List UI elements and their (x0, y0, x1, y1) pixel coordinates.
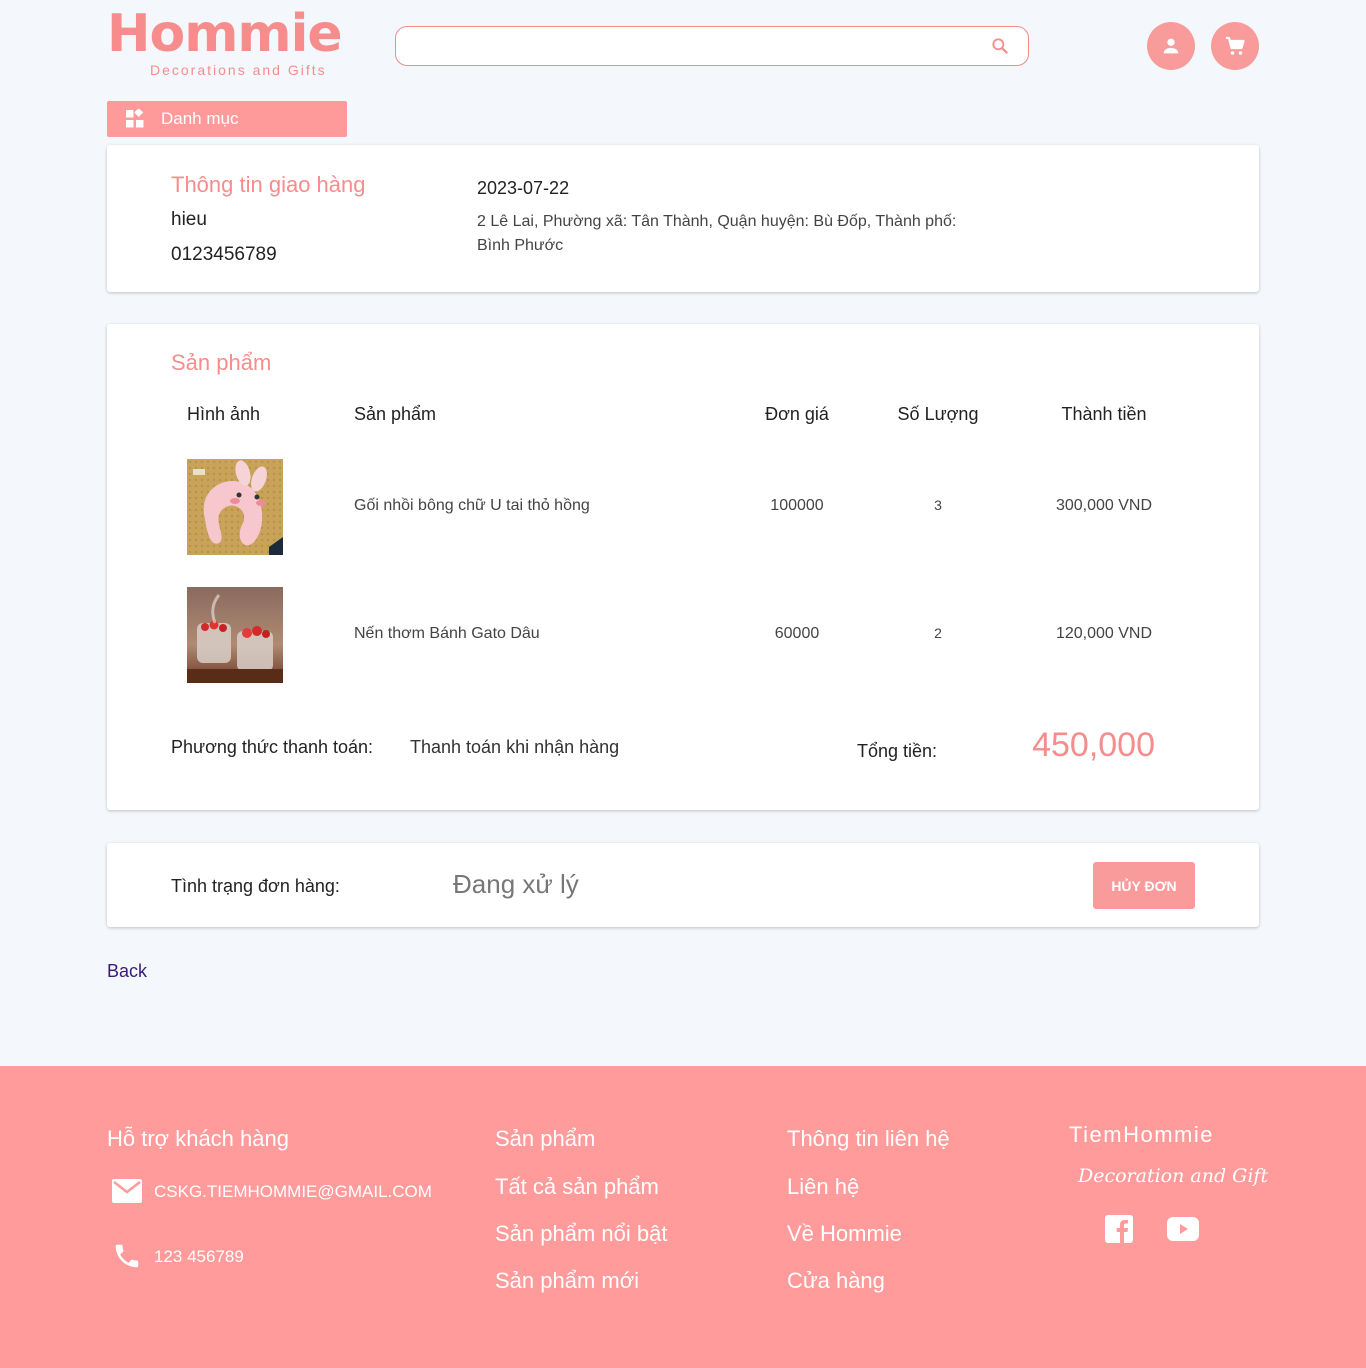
header-quantity: Số Lượng (897, 404, 979, 424)
footer-link-featured[interactable]: Sản phẩm nổi bật (495, 1221, 667, 1247)
facebook-icon[interactable] (1105, 1215, 1133, 1243)
products-title: Sản phẩm (171, 350, 272, 375)
product-name: Gối nhồi bông chữ U tai thỏ hồng (354, 497, 590, 514)
cart-button[interactable] (1211, 22, 1259, 70)
footer-products-title: Sản phẩm (495, 1126, 596, 1151)
shipping-info-card: Thông tin giao hàng hieu 0123456789 2023… (107, 145, 1259, 292)
customer-name: hieu (171, 209, 207, 230)
footer: Hỗ trợ khách hàng CSKG.TIEMHOMMIE@GMAIL.… (0, 1066, 1366, 1368)
phone-icon (115, 1244, 139, 1268)
footer-brand-tagline: Decoration and Gift (1078, 1165, 1269, 1187)
product-image[interactable] (187, 459, 283, 555)
cancel-order-button[interactable]: HỦY ĐƠN (1093, 862, 1195, 909)
cart-icon (1226, 36, 1245, 55)
shipping-address: 2 Lê Lai, Phường xã: Tân Thành, Quận huy… (477, 213, 957, 254)
footer-email[interactable]: CSKG.TIEMHOMMIE@GMAIL.COM (154, 1182, 432, 1202)
search-bar (395, 26, 1029, 66)
order-status-card: Tình trạng đơn hàng: Đang xử lý HỦY ĐƠN (107, 843, 1259, 927)
footer-link-new[interactable]: Sản phẩm mới (495, 1268, 639, 1294)
category-label: Danh mục (161, 109, 239, 128)
product-unit-price: 60000 (774, 625, 820, 642)
footer-phone[interactable]: 123 456789 (154, 1247, 244, 1267)
account-button[interactable] (1147, 22, 1195, 70)
header-total: Thành tiền (1061, 404, 1147, 424)
product-total: 300,000 VND (1055, 497, 1153, 514)
back-link[interactable]: Back (107, 961, 147, 982)
mail-icon (112, 1179, 142, 1203)
customer-phone: 0123456789 (171, 244, 277, 265)
order-date: 2023-07-22 (477, 178, 570, 198)
product-unit-price: 100000 (770, 497, 824, 514)
grid-icon (126, 109, 144, 128)
category-menu-button[interactable]: Danh mục (107, 101, 347, 137)
footer-brand-name: TiemHommie (1069, 1122, 1214, 1147)
total-amount: 450,000 (1032, 726, 1155, 764)
youtube-icon[interactable] (1167, 1217, 1199, 1241)
footer-support-title: Hỗ trợ khách hàng (107, 1126, 289, 1151)
product-quantity: 2 (934, 625, 942, 641)
product-name: Nến thơm Bánh Gato Dâu (354, 625, 540, 642)
shipping-title: Thông tin giao hàng (171, 172, 366, 197)
footer-link-all-products[interactable]: Tất cả sản phẩm (495, 1174, 659, 1200)
products-card: Sản phẩm Hình ảnh Sản phẩm Đơn giá Số Lư… (107, 324, 1259, 810)
user-icon (1163, 38, 1179, 54)
logo-text: Hommie (107, 4, 343, 64)
total-label: Tổng tiền: (857, 741, 938, 761)
footer-link-contact[interactable]: Liên hệ (787, 1174, 859, 1200)
header-image: Hình ảnh (187, 404, 261, 424)
footer-contact-title: Thông tin liên hệ (787, 1126, 950, 1151)
footer-link-about[interactable]: Về Hommie (787, 1221, 902, 1247)
header-product: Sản phẩm (354, 404, 437, 424)
logo-tagline: Decorations and Gifts (150, 62, 327, 78)
header-unit-price: Đơn giá (765, 404, 829, 424)
search-input[interactable] (410, 35, 970, 57)
product-image[interactable] (187, 587, 283, 683)
logo[interactable]: Hommie Decorations and Gifts (107, 8, 347, 78)
order-status-label: Tình trạng đơn hàng: (171, 876, 340, 896)
order-status-value: Đang xử lý (453, 869, 579, 899)
payment-method-value: Thanh toán khi nhận hàng (410, 737, 620, 757)
search-icon[interactable] (990, 36, 1010, 56)
footer-link-store[interactable]: Cửa hàng (787, 1268, 885, 1294)
product-quantity: 3 (934, 497, 942, 513)
product-total: 120,000 VND (1055, 625, 1153, 642)
payment-method-label: Phương thức thanh toán: (171, 737, 374, 757)
